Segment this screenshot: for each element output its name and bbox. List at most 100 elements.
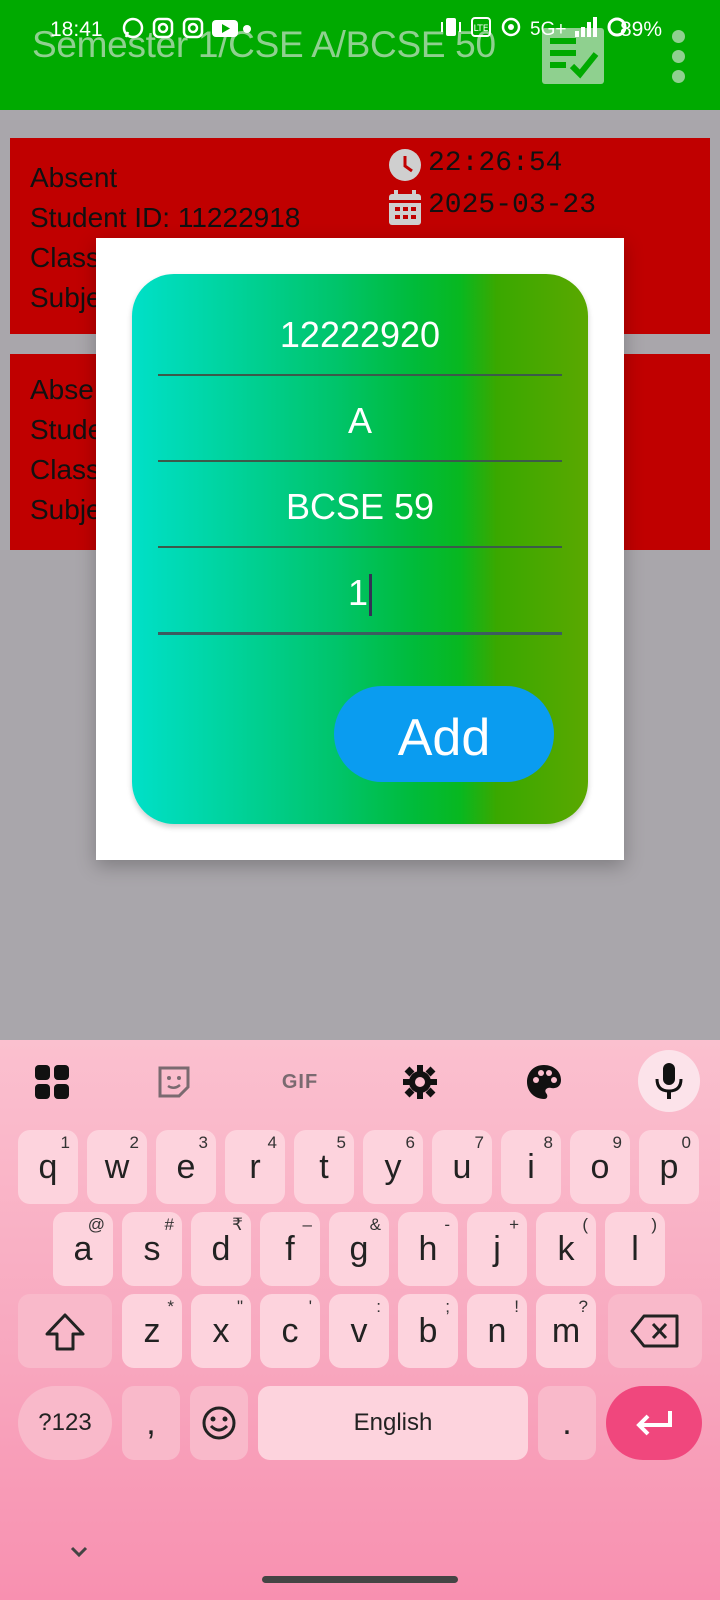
key-label: y	[384, 1148, 402, 1186]
enter-key[interactable]	[606, 1386, 702, 1460]
notification-icons	[122, 17, 264, 39]
add-student-dialog: 12222920 A BCSE 59 1 Add	[96, 238, 624, 860]
add-button[interactable]: Add	[334, 686, 554, 782]
key-label: l	[631, 1230, 639, 1268]
semester-field[interactable]: 1	[158, 570, 562, 635]
key-hint: 6	[405, 1133, 415, 1152]
key-hint: 5	[336, 1133, 346, 1152]
key-label: j	[493, 1230, 501, 1268]
vibrate-icon	[440, 16, 462, 44]
key-label: v	[350, 1312, 368, 1350]
class-field[interactable]: A	[158, 398, 562, 462]
key-t[interactable]: t5	[294, 1130, 354, 1204]
key-hint: #	[164, 1215, 174, 1234]
key-y[interactable]: y6	[363, 1130, 423, 1204]
key-w[interactable]: w2	[87, 1130, 147, 1204]
key-m[interactable]: m?	[536, 1294, 596, 1368]
key-hint: 9	[612, 1133, 622, 1152]
space-key[interactable]: English	[258, 1386, 528, 1460]
key-hint: "	[236, 1297, 243, 1316]
key-label: n	[487, 1312, 507, 1350]
semester-value: 1	[347, 572, 369, 613]
key-x[interactable]: x "	[191, 1294, 251, 1368]
comma-key[interactable]: ,	[122, 1386, 180, 1460]
key-d[interactable]: d ₹	[191, 1212, 251, 1286]
key-v[interactable]: v:	[329, 1294, 389, 1368]
volte-icon: LTE	[470, 16, 492, 44]
subject-label: Subje	[30, 282, 102, 313]
key-e[interactable]: e3	[156, 1130, 216, 1204]
subject-value: BCSE 59	[285, 486, 435, 527]
key-s[interactable]: s #	[122, 1212, 182, 1286]
key-q[interactable]: q1	[18, 1130, 78, 1204]
key-hint: (	[582, 1215, 588, 1234]
key-z[interactable]: z *	[122, 1294, 182, 1368]
status-time: 18:41	[50, 18, 103, 41]
attendance-status: Abse	[30, 374, 94, 405]
attendance-status: Absent	[30, 162, 118, 193]
key-label: q	[38, 1148, 58, 1186]
key-c[interactable]: c '	[260, 1294, 320, 1368]
key-g[interactable]: g &	[329, 1212, 389, 1286]
youtube-icon	[212, 17, 238, 39]
student-id: Student ID: 11222918	[30, 202, 301, 233]
key-hint: '	[308, 1297, 312, 1316]
mic-icon[interactable]	[638, 1050, 700, 1112]
student-id-value: 12222920	[279, 314, 441, 355]
key-p[interactable]: p0	[639, 1130, 699, 1204]
key-label: p	[659, 1148, 679, 1186]
key-h[interactable]: h-	[398, 1212, 458, 1286]
key-hint: 3	[198, 1133, 208, 1152]
whatsapp-icon	[122, 17, 144, 39]
status-bar: 18:41 LTE 5G+ 89%	[0, 0, 720, 60]
key-u[interactable]: u7	[432, 1130, 492, 1204]
settings-icon[interactable]	[398, 1060, 442, 1104]
chevron-down-icon[interactable]	[64, 1542, 94, 1562]
shift-key[interactable]	[18, 1294, 112, 1368]
battery-percent: 89%	[620, 18, 663, 41]
palette-icon[interactable]	[522, 1060, 566, 1104]
key-label: h	[418, 1230, 438, 1268]
key-label: t	[319, 1148, 329, 1186]
key-b[interactable]: b;	[398, 1294, 458, 1368]
text-cursor	[369, 574, 373, 617]
backspace-key[interactable]	[608, 1294, 702, 1368]
subject-field[interactable]: BCSE 59	[158, 484, 562, 548]
key-n[interactable]: n!	[467, 1294, 527, 1368]
key-l[interactable]: l)	[605, 1212, 665, 1286]
class-label: Class	[30, 242, 101, 273]
key-o[interactable]: o9	[570, 1130, 630, 1204]
sticker-icon[interactable]	[152, 1060, 196, 1104]
key-hint: 2	[129, 1133, 139, 1152]
symbols-key[interactable]: ?123	[18, 1386, 112, 1460]
student-id-field[interactable]: 12222920	[158, 312, 562, 376]
key-label: w	[104, 1148, 130, 1186]
key-f[interactable]: f –	[260, 1212, 320, 1286]
key-r[interactable]: r4	[225, 1130, 285, 1204]
calendar-icon	[388, 190, 422, 226]
key-hint: 1	[60, 1133, 70, 1152]
key-label: c	[281, 1312, 299, 1350]
apps-icon[interactable]	[30, 1060, 74, 1104]
key-i[interactable]: i8	[501, 1130, 561, 1204]
key-hint: ₹	[232, 1215, 243, 1234]
key-hint: *	[167, 1297, 174, 1316]
period-key[interactable]: .	[538, 1386, 596, 1460]
hotspot-icon	[500, 16, 522, 44]
key-hint: &	[369, 1215, 381, 1234]
key-k[interactable]: k(	[536, 1212, 596, 1286]
gif-button[interactable]: GIF	[272, 1060, 328, 1104]
key-a[interactable]: a @	[53, 1212, 113, 1286]
key-label: b	[418, 1312, 438, 1350]
key-label: k	[557, 1230, 575, 1268]
key-hint: @	[87, 1215, 105, 1234]
emoji-key[interactable]	[190, 1386, 248, 1460]
key-hint: -	[444, 1215, 450, 1234]
clock-icon	[388, 148, 422, 182]
svg-text:LTE: LTE	[474, 24, 489, 34]
key-j[interactable]: j +	[467, 1212, 527, 1286]
instagram-icon	[182, 17, 204, 39]
keyboard-toolbar: GIF	[0, 1040, 720, 1120]
key-hint: !	[514, 1297, 519, 1316]
attendance-date: 2025-03-23	[428, 190, 597, 221]
